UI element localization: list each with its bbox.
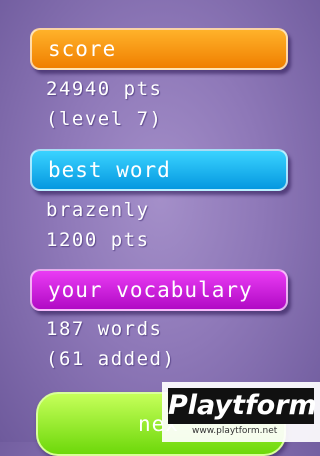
best-word-value: brazenly [46,199,150,221]
score-level: (level 7) [46,108,163,130]
playtform-logo: Playtform [168,388,317,424]
best-word-points: 1200 pts [46,229,150,251]
score-label: score [48,37,117,61]
vocabulary-banner: your vocabulary [30,269,288,311]
best-word-label: best word [48,158,171,182]
vocabulary-words: 187 words [46,318,163,340]
best-word-banner: best word [30,149,288,191]
vocabulary-label: your vocabulary [48,278,253,302]
vocabulary-added: (61 added) [46,348,176,370]
watermark-url: www.playtform.net [192,426,278,436]
score-banner: score [30,28,288,70]
playtform-watermark: Playtform www.playtform.net [162,382,320,442]
score-points: 24940 pts [46,78,163,100]
